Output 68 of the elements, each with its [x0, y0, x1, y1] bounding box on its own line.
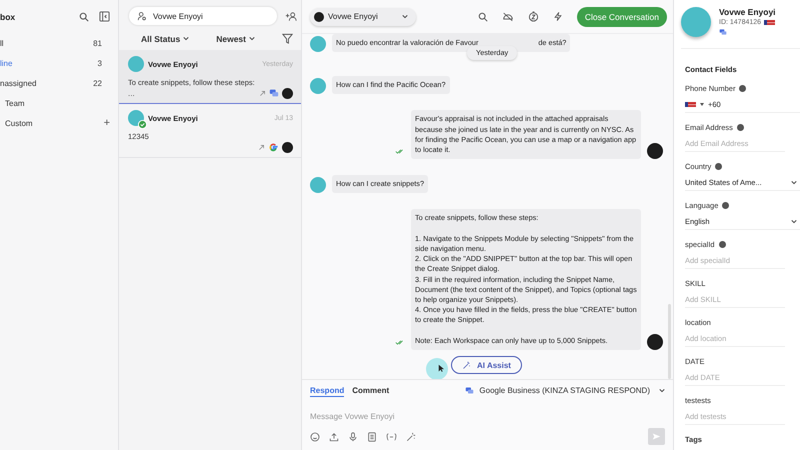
- sidebar-item[interactable]: line 3: [0, 53, 110, 73]
- avatar: [310, 78, 326, 94]
- filter-icon[interactable]: [282, 33, 293, 44]
- arrow-icon: [259, 90, 266, 96]
- search-icon[interactable]: [478, 12, 488, 22]
- pointer-icon: [438, 364, 444, 374]
- contact-name: Vovwe Enyoyi: [719, 7, 776, 17]
- help-icon: [718, 241, 726, 248]
- chevron-down-icon: [248, 36, 255, 41]
- agent-avatar: [647, 334, 663, 350]
- chevron-down-icon: [183, 36, 190, 41]
- ai-assist-button[interactable]: AI Assist: [451, 356, 522, 374]
- emoji-icon[interactable]: [310, 432, 320, 442]
- composer-tab[interactable]: Comment: [352, 384, 390, 397]
- chat-icon: [719, 28, 727, 36]
- upload-icon[interactable]: [329, 432, 339, 442]
- chevron-down-icon: [791, 180, 797, 185]
- caret-icon[interactable]: [700, 103, 704, 106]
- arrow-icon: [258, 144, 265, 150]
- add-person-icon[interactable]: [285, 10, 297, 22]
- help-icon: [715, 163, 722, 170]
- agent-avatar: [647, 143, 663, 160]
- search-icon[interactable]: [79, 12, 89, 22]
- status-dropdown[interactable]: All Status: [141, 34, 190, 44]
- inbox-title: box: [0, 12, 16, 22]
- cursor-highlight: [426, 358, 448, 379]
- sidebar-item[interactable]: ll 81: [0, 33, 110, 53]
- sidebar-item[interactable]: Team: [0, 93, 110, 113]
- contact-dropdown[interactable]: Vovwe Enyoyi: [310, 8, 416, 26]
- magic-wand-icon[interactable]: [406, 432, 416, 442]
- channel-dropdown[interactable]: Google Business (KINZA STAGING RESPOND): [465, 386, 665, 395]
- chevron-down-icon: [791, 219, 797, 224]
- search-field[interactable]: Vovwe Enyoyi: [129, 7, 277, 25]
- contact-search-icon: [137, 11, 147, 21]
- collapse-sidebar-icon[interactable]: [99, 11, 110, 22]
- flag-icon: [764, 20, 776, 25]
- composer-tab[interactable]: Respond: [310, 384, 344, 397]
- send-icon: [652, 432, 661, 441]
- document-icon[interactable]: [367, 432, 377, 442]
- magic-wand-icon: [462, 360, 472, 370]
- timer-icon[interactable]: [528, 11, 539, 22]
- help-icon: [736, 124, 744, 131]
- chat-icon: [465, 386, 474, 395]
- chevron-down-icon: [659, 388, 665, 393]
- avatar: [310, 36, 326, 52]
- avatar: [128, 56, 144, 72]
- lightning-icon[interactable]: [552, 11, 563, 22]
- flag-icon: [685, 102, 696, 107]
- agent-avatar: [282, 142, 293, 152]
- snooze-icon[interactable]: [502, 11, 514, 22]
- agent-avatar: [282, 88, 293, 98]
- message-input[interactable]: Message Vovwe Enyoyi: [310, 410, 665, 422]
- chat-icon: [269, 88, 279, 98]
- add-button[interactable]: +: [104, 117, 110, 129]
- avatar: [310, 177, 326, 194]
- avatar: [681, 7, 711, 37]
- sidebar-item[interactable]: Custom: [0, 113, 104, 133]
- google-icon: [268, 142, 279, 152]
- sort-dropdown[interactable]: Newest: [216, 34, 255, 44]
- help-icon: [722, 202, 730, 209]
- double-check-icon: [395, 339, 405, 346]
- preview-ellipsis: ...: [128, 88, 135, 98]
- chevron-down-icon: [402, 14, 408, 19]
- variable-icon[interactable]: [386, 432, 397, 442]
- microphone-icon[interactable]: [348, 432, 358, 442]
- double-check-icon: [395, 148, 405, 156]
- sidebar-item[interactable]: nassigned 22: [0, 73, 110, 93]
- help-icon: [739, 85, 746, 92]
